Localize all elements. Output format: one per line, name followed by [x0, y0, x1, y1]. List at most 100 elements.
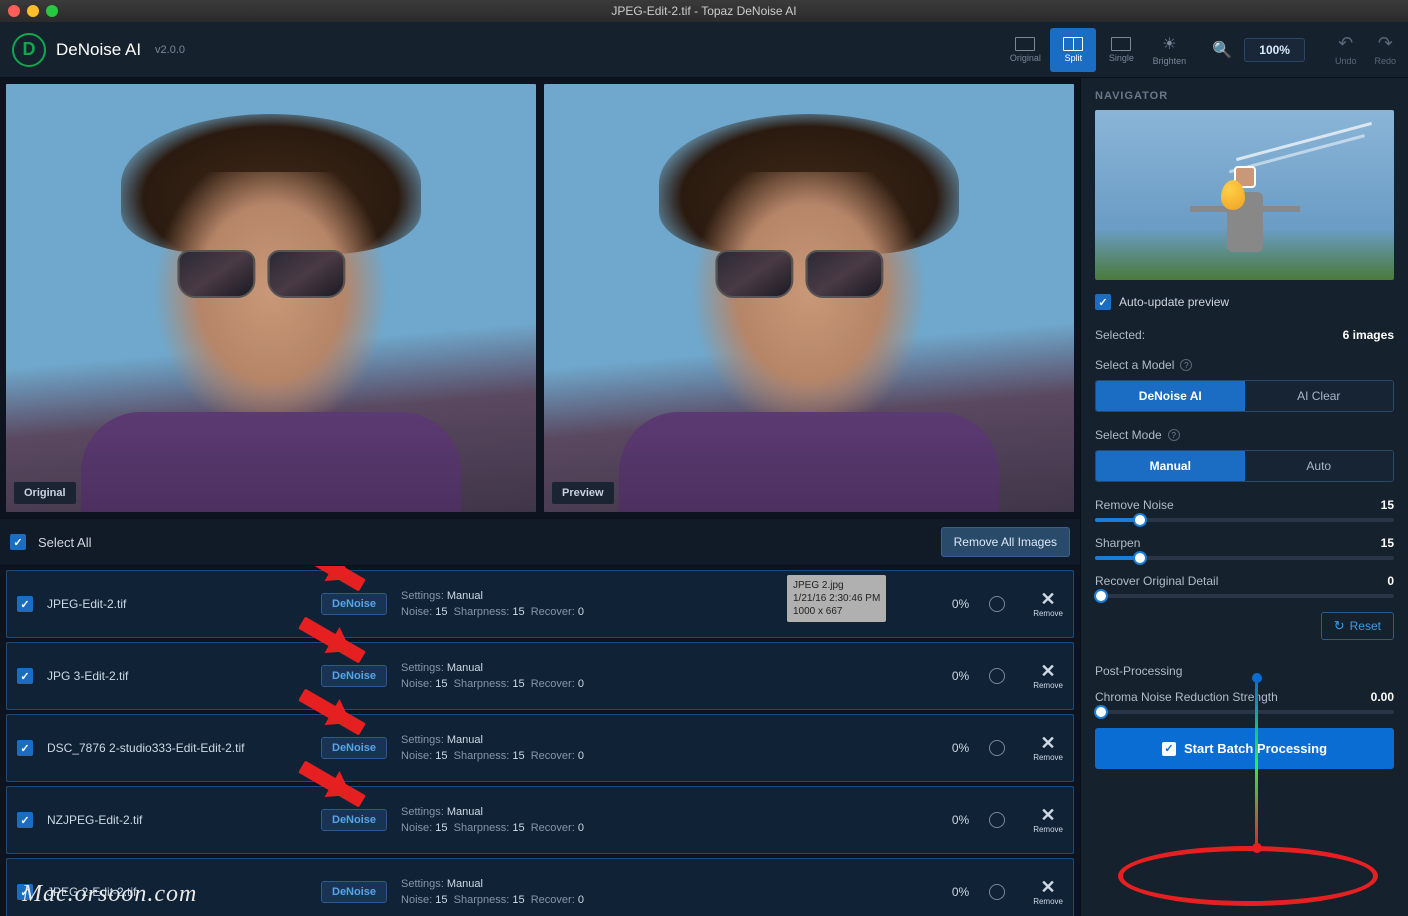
preview-original[interactable]: Original [6, 84, 536, 512]
row-filename: JPG 3-Edit-2.tif [47, 669, 307, 683]
row-remove-button[interactable]: ✕Remove [1033, 590, 1063, 618]
reset-button[interactable]: Reset [1321, 612, 1394, 640]
close-icon: ✕ [1041, 662, 1056, 680]
redo-button[interactable]: ↷Redo [1374, 33, 1396, 66]
mode-auto-button[interactable]: Auto [1245, 451, 1394, 481]
titlebar: JPEG-Edit-2.tif - Topaz DeNoise AI [0, 0, 1408, 22]
row-remove-button[interactable]: ✕Remove [1033, 806, 1063, 834]
row-radio[interactable] [989, 884, 1005, 900]
search-icon[interactable]: 🔍 [1212, 40, 1232, 60]
row-radio[interactable] [989, 740, 1005, 756]
row-checkbox[interactable] [17, 812, 33, 828]
navigator-thumbnail[interactable] [1095, 110, 1394, 280]
denoise-button[interactable]: DeNoise [321, 809, 387, 831]
slider-thumb[interactable] [1133, 551, 1147, 565]
denoise-button[interactable]: DeNoise [321, 593, 387, 615]
sharpen-label: Sharpen [1095, 536, 1140, 550]
row-checkbox[interactable] [17, 596, 33, 612]
row-checkbox[interactable] [17, 884, 33, 900]
row-progress: 0% [952, 669, 969, 683]
annotation-arrow [298, 566, 366, 592]
remove-noise-label: Remove Noise [1095, 498, 1174, 512]
file-row[interactable]: DSC_7876 2-studio333-Edit-Edit-2.tif DeN… [6, 714, 1074, 782]
chroma-slider-group: Chroma Noise Reduction Strength0.00 [1095, 690, 1394, 714]
row-radio[interactable] [989, 668, 1005, 684]
denoise-button[interactable]: DeNoise [321, 665, 387, 687]
denoise-button[interactable]: DeNoise [321, 737, 387, 759]
model-toggle: DeNoise AI AI Clear [1095, 380, 1394, 412]
row-checkbox[interactable] [17, 668, 33, 684]
auto-update-row: Auto-update preview [1095, 294, 1394, 310]
select-mode-label: Select Mode? [1095, 428, 1394, 442]
row-metadata: Settings: Manual Noise: 15 Sharpness: 15… [401, 660, 938, 693]
select-model-label: Select a Model? [1095, 358, 1394, 372]
row-filename: JPEG-Edit-2.tif [47, 597, 307, 611]
file-row[interactable]: NZJPEG-Edit-2.tif DeNoise Settings: Manu… [6, 786, 1074, 854]
mode-manual-button[interactable]: Manual [1096, 451, 1245, 481]
denoise-button[interactable]: DeNoise [321, 881, 387, 903]
remove-all-button[interactable]: Remove All Images [941, 527, 1070, 557]
undo-redo-group: ↶Undo ↷Redo [1335, 33, 1396, 66]
model-denoise-ai-button[interactable]: DeNoise AI [1096, 381, 1245, 411]
row-progress: 0% [952, 741, 969, 755]
row-metadata: Settings: Manual Noise: 15 Sharpness: 15… [401, 804, 938, 837]
image-icon [1015, 37, 1035, 51]
remove-noise-slider-group: Remove Noise 15 [1095, 498, 1394, 522]
row-checkbox[interactable] [17, 740, 33, 756]
app-name: DeNoise AI [56, 40, 141, 60]
row-radio[interactable] [989, 596, 1005, 612]
maximize-window-button[interactable] [46, 5, 58, 17]
sidebar: NAVIGATOR Auto-update preview Selected: … [1080, 78, 1408, 916]
brand: D DeNoise AI v2.0.0 [12, 33, 185, 67]
model-ai-clear-button[interactable]: AI Clear [1245, 381, 1394, 411]
row-radio[interactable] [989, 812, 1005, 828]
redo-icon: ↷ [1378, 33, 1393, 54]
window-title: JPEG-Edit-2.tif - Topaz DeNoise AI [0, 4, 1408, 18]
row-remove-button[interactable]: ✕Remove [1033, 662, 1063, 690]
row-progress: 0% [952, 885, 969, 899]
row-remove-button[interactable]: ✕Remove [1033, 878, 1063, 906]
undo-icon: ↶ [1338, 33, 1353, 54]
slider-thumb[interactable] [1133, 513, 1147, 527]
navigator-label: NAVIGATOR [1095, 90, 1394, 102]
recover-value: 0 [1387, 574, 1394, 588]
close-icon: ✕ [1041, 806, 1056, 824]
file-row[interactable]: JPG 3-Edit-2.tif DeNoise Settings: Manua… [6, 642, 1074, 710]
recover-slider[interactable] [1095, 594, 1394, 598]
row-metadata: Settings: Manual Noise: 15 Sharpness: 15… [401, 876, 938, 909]
preview-result[interactable]: Preview [544, 84, 1074, 512]
app-version: v2.0.0 [155, 44, 185, 56]
row-progress: 0% [952, 597, 969, 611]
original-label: Original [14, 482, 76, 504]
file-row[interactable]: JPEG 2-Edit-2.tif DeNoise Settings: Manu… [6, 858, 1074, 916]
file-row[interactable]: JPEG-Edit-2.tif DeNoise Settings: Manual… [6, 570, 1074, 638]
auto-update-checkbox[interactable] [1095, 294, 1111, 310]
view-single-button[interactable]: Single [1098, 28, 1144, 72]
slider-thumb[interactable] [1094, 589, 1108, 603]
check-icon: ✓ [1162, 742, 1176, 756]
sharpen-slider-group: Sharpen15 [1095, 536, 1394, 560]
chroma-slider[interactable] [1095, 710, 1394, 714]
selected-row: Selected: 6 images [1095, 328, 1394, 342]
minimize-window-button[interactable] [27, 5, 39, 17]
remove-noise-value: 15 [1381, 498, 1394, 512]
select-all-checkbox[interactable] [10, 534, 26, 550]
remove-noise-slider[interactable] [1095, 518, 1394, 522]
view-original-button[interactable]: Original [1002, 28, 1048, 72]
row-metadata: Settings: Manual Noise: 15 Sharpness: 15… [401, 732, 938, 765]
help-icon[interactable]: ? [1168, 429, 1180, 441]
list-header: Select All Remove All Images [0, 518, 1080, 566]
view-split-button[interactable]: Split [1050, 28, 1096, 72]
selected-label: Selected: [1095, 328, 1145, 342]
sharpen-slider[interactable] [1095, 556, 1394, 560]
start-batch-button[interactable]: ✓Start Batch Processing [1095, 728, 1394, 769]
slider-thumb[interactable] [1094, 705, 1108, 719]
view-brighten-button[interactable]: ☀Brighten [1146, 28, 1192, 72]
row-remove-button[interactable]: ✕Remove [1033, 734, 1063, 762]
close-window-button[interactable] [8, 5, 20, 17]
help-icon[interactable]: ? [1180, 359, 1192, 371]
zoom-level[interactable]: 100% [1244, 38, 1305, 62]
app-logo-icon: D [12, 33, 46, 67]
undo-button[interactable]: ↶Undo [1335, 33, 1357, 66]
mode-toggle: Manual Auto [1095, 450, 1394, 482]
